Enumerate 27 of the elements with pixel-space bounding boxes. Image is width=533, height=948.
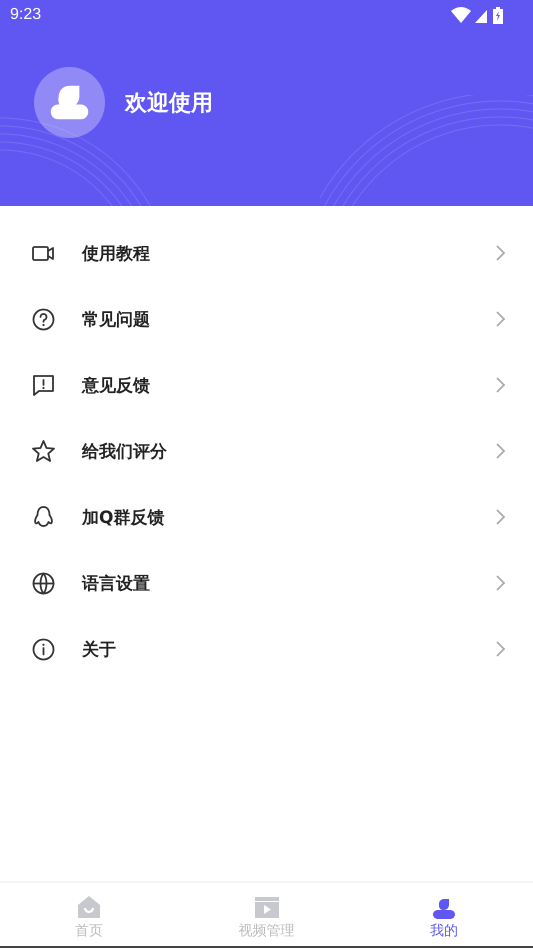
menu-item[interactable]: 加Q群反馈 [82, 506, 469, 528]
chevron-right-icon [495, 640, 507, 658]
star-icon [31, 438, 56, 464]
chevron-right-icon [495, 244, 507, 262]
chevron-right-icon [495, 376, 507, 394]
menu-item[interactable]: 给我们评分 [82, 440, 469, 462]
menu-item[interactable]: 常见问题 [82, 308, 469, 330]
info-icon [31, 636, 56, 662]
nav-tab[interactable]: 我的 [355, 883, 533, 946]
wifi-icon [451, 7, 471, 23]
menu-item[interactable]: 意见反馈 [82, 374, 469, 396]
penguin-icon [31, 504, 56, 530]
chevron-right-icon [495, 442, 507, 460]
avatar-icon [34, 67, 105, 138]
chevron-right-icon [495, 508, 507, 526]
message-alert-icon [31, 372, 56, 398]
help-icon [31, 306, 56, 332]
chevron-right-icon [495, 574, 507, 592]
home-icon [76, 894, 102, 920]
status-time: 9:23 [10, 6, 42, 24]
globe-icon [31, 570, 56, 596]
menu-item[interactable]: 使用教程 [82, 242, 469, 264]
menu-item[interactable]: 关于 [82, 638, 469, 660]
chevron-right-icon [495, 310, 507, 328]
battery-icon [493, 6, 503, 24]
welcome-text: 欢迎使用 [125, 90, 213, 118]
menu-item[interactable]: 语言设置 [82, 572, 469, 594]
